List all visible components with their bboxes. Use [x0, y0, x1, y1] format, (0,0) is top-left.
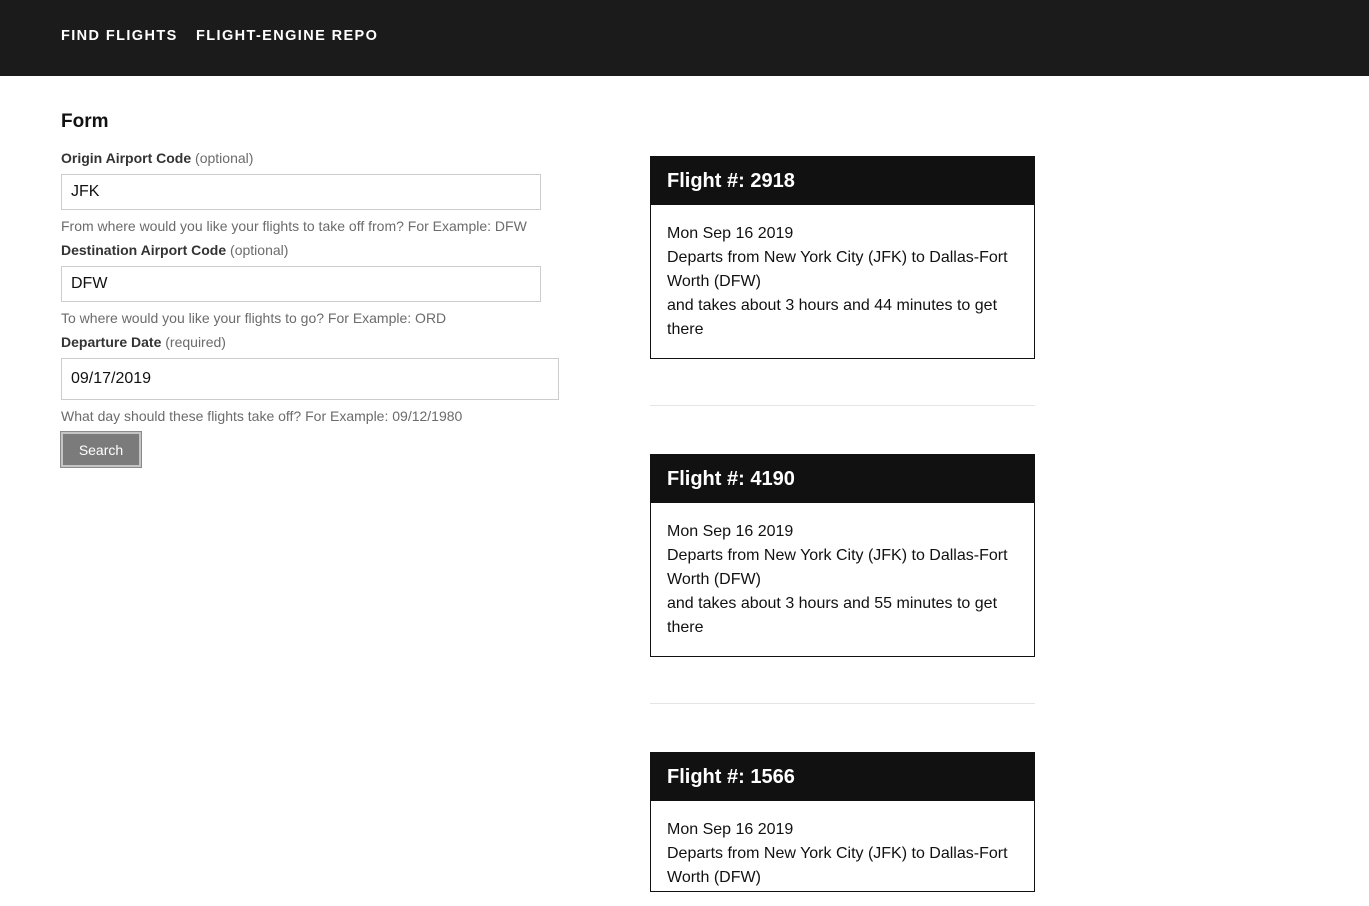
origin-label-text: Origin Airport Code: [61, 150, 192, 166]
destination-optional-note: (optional): [230, 242, 289, 258]
destination-label-text: Destination Airport Code: [61, 242, 227, 258]
destination-airport-input[interactable]: [61, 266, 541, 302]
departure-date-help-text: What day should these flights take off? …: [61, 408, 463, 424]
search-button[interactable]: Search: [60, 431, 142, 468]
flight-date: Mon Sep 16 2019: [667, 225, 794, 242]
flight-card: Flight #: 1566 Mon Sep 16 2019 Departs f…: [650, 752, 1035, 892]
flight-card-body: Mon Sep 16 2019 Departs from New York Ci…: [651, 801, 1034, 906]
nav-find-flights-link[interactable]: FIND FLIGHTS: [61, 27, 178, 45]
flight-card: Flight #: 4190 Mon Sep 16 2019 Departs f…: [650, 454, 1035, 657]
flight-card: Flight #: 2918 Mon Sep 16 2019 Departs f…: [650, 156, 1035, 359]
departure-date-label-text: Departure Date: [61, 334, 162, 350]
destination-help-text: To where would you like your flights to …: [61, 310, 447, 326]
origin-airport-input[interactable]: [61, 174, 541, 210]
form-title: Form: [61, 111, 109, 132]
flight-route: Departs from New York City (JFK) to Dall…: [667, 249, 1008, 290]
flight-number-heading: Flight #: 4190: [651, 455, 1034, 503]
flight-date: Mon Sep 16 2019: [667, 523, 794, 540]
flight-route: Departs from New York City (JFK) to Dall…: [667, 845, 1008, 886]
flight-duration: and takes about 3 hours and 55 minutes t…: [667, 595, 998, 636]
top-navbar: FIND FLIGHTS FLIGHT-ENGINE REPO: [0, 0, 1369, 76]
results-divider: [650, 703, 1035, 704]
flight-number-heading: Flight #: 2918: [651, 157, 1034, 205]
departure-date-input[interactable]: [61, 358, 559, 400]
nav-flight-engine-repo-link[interactable]: FLIGHT-ENGINE REPO: [196, 27, 378, 45]
flight-duration: and takes about 3 hours and 44 minutes t…: [667, 297, 998, 338]
origin-label: Origin Airport Code (optional): [61, 150, 253, 167]
departure-date-label: Departure Date (required): [61, 334, 226, 351]
flight-number-heading: Flight #: 1566: [651, 753, 1034, 801]
flight-card-body: Mon Sep 16 2019 Departs from New York Ci…: [651, 205, 1034, 358]
origin-optional-note: (optional): [195, 150, 254, 166]
flight-route: Departs from New York City (JFK) to Dall…: [667, 547, 1008, 588]
origin-help-text: From where would you like your flights t…: [61, 218, 527, 234]
flight-date: Mon Sep 16 2019: [667, 821, 794, 838]
results-divider: [650, 405, 1035, 406]
destination-label: Destination Airport Code (optional): [61, 242, 288, 259]
flight-card-body: Mon Sep 16 2019 Departs from New York Ci…: [651, 503, 1034, 656]
departure-date-required-note: (required): [165, 334, 226, 350]
